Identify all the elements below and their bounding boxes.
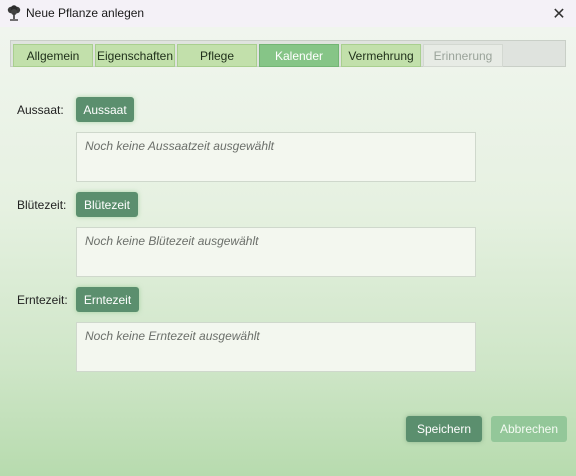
tab-kalender[interactable]: Kalender (259, 44, 339, 67)
sowing-placeholder: Noch keine Aussaatzeit ausgewählt (85, 139, 274, 153)
harvest-label: Erntezeit: (17, 293, 68, 307)
cancel-button-label: Abbrechen (499, 422, 559, 436)
plant-tree-icon (6, 5, 22, 21)
save-button-label: Speichern (416, 422, 472, 436)
tab-label: Eigenschaften (96, 48, 174, 63)
harvest-placeholder: Noch keine Erntezeit ausgewählt (85, 329, 260, 343)
tab-label: Erinnerung (433, 48, 493, 63)
sowing-button[interactable]: Aussaat (76, 97, 134, 122)
harvest-button[interactable]: Erntezeit (76, 287, 139, 312)
tab-eigenschaften[interactable]: Eigenschaften (95, 44, 175, 67)
bloom-placeholder: Noch keine Blütezeit ausgewählt (85, 234, 259, 248)
window-title: Neue Pflanze anlegen (26, 6, 145, 20)
close-button[interactable]: ✕ (542, 0, 576, 27)
tab-label: Vermehrung (348, 48, 414, 63)
bloom-selection-box[interactable]: Noch keine Blütezeit ausgewählt (76, 227, 476, 277)
tab-vermehrung[interactable]: Vermehrung (341, 44, 421, 67)
tab-pflege[interactable]: Pflege (177, 44, 257, 67)
bloom-label: Blütezeit: (17, 198, 67, 212)
tab-allgemein[interactable]: Allgemein (13, 44, 93, 67)
tab-bar: Allgemein Eigenschaften Pflege Kalender … (10, 40, 566, 67)
title-bar: Neue Pflanze anlegen ✕ (0, 0, 576, 27)
bloom-button[interactable]: Blütezeit (76, 192, 138, 217)
cancel-button[interactable]: Abbrechen (491, 416, 567, 442)
close-icon: ✕ (552, 5, 566, 23)
bloom-button-label: Blütezeit (83, 197, 131, 212)
sowing-label: Aussaat: (17, 103, 64, 117)
save-button[interactable]: Speichern (406, 416, 482, 442)
tab-label: Allgemein (26, 48, 80, 63)
tab-erinnerung: Erinnerung (423, 44, 503, 67)
harvest-selection-box[interactable]: Noch keine Erntezeit ausgewählt (76, 322, 476, 372)
harvest-button-label: Erntezeit (83, 292, 132, 307)
tab-label: Kalender (274, 48, 324, 63)
tab-label: Pflege (199, 48, 235, 63)
sowing-button-label: Aussaat (83, 102, 127, 117)
sowing-selection-box[interactable]: Noch keine Aussaatzeit ausgewählt (76, 132, 476, 182)
dialog-content: Allgemein Eigenschaften Pflege Kalender … (0, 27, 576, 476)
